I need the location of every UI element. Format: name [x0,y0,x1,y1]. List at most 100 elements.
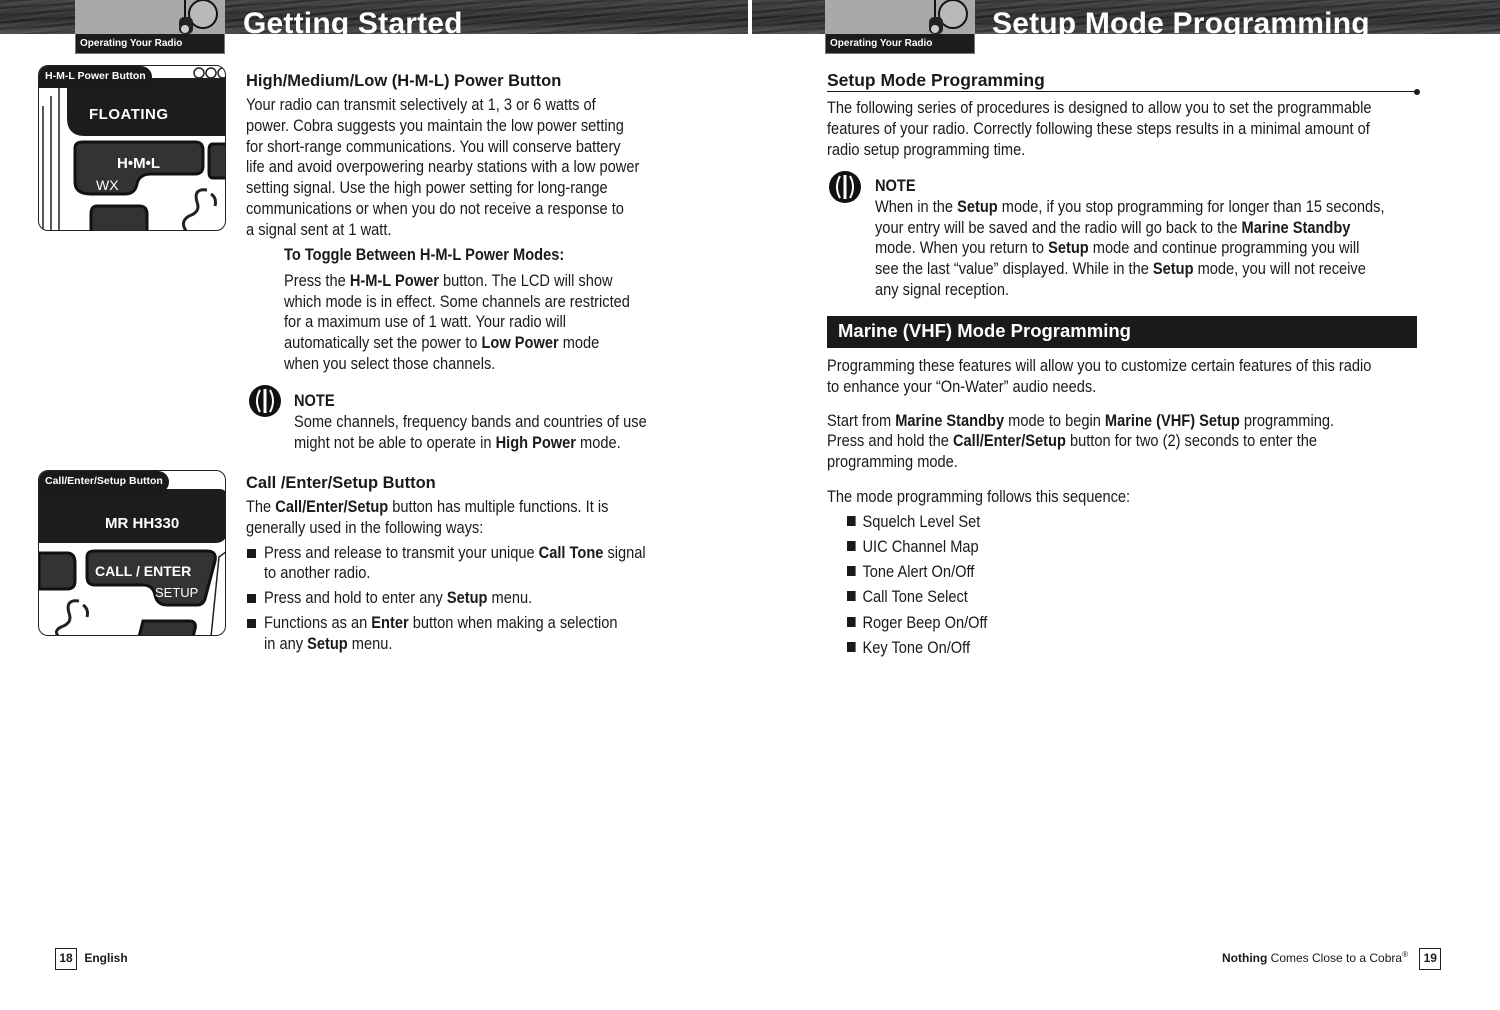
wx-button-text: WX [96,177,119,193]
footer-left: 18 English [55,948,128,970]
text-line: in any Setup menu. [264,633,393,653]
call-bullet-list: Press and release to transmit your uniqu… [246,543,686,655]
sequence-intro: The mode programming follows this sequen… [827,486,1131,506]
bold-term: High Power [495,432,576,452]
note-text: When in the Setup mode, if you stop prog… [875,197,1435,301]
note-title: NOTE [294,391,335,410]
image-callout-label: H-M-L Power Button [39,66,152,88]
section-heading: Setup Mode Programming [827,70,1045,90]
note-block-right: NOTE When in the Setup mode, if you stop… [875,176,1435,301]
registered-mark: ® [1402,950,1408,960]
text-line: any signal reception. [875,279,1010,299]
page-divider [748,0,752,34]
toggle-paragraph: Press the H-M-L Power button. The LCD wi… [284,271,704,375]
text-line: when you select those channels. [284,353,496,373]
hml-paragraph: Your radio can transmit selectively at 1… [246,95,686,241]
setup-button-text: SETUP [155,585,199,600]
section-tab-left: Operating Your Radio [75,0,225,54]
text-line: Functions as an Enter button when making… [264,612,618,632]
note-icon [249,385,281,417]
footer-right: Nothing Comes Close to a Cobra® 19 [1222,948,1442,970]
text-line: for short-range communications. You will… [246,136,621,156]
subheading: To Toggle Between H-M-L Power Modes: [284,245,565,264]
text-line: features of your radio. Correctly follow… [827,118,1370,138]
bold-term: Marine Standby [895,410,1005,430]
text-line: mode. When you return to Setup mode and … [875,238,1360,258]
bullet-icon [847,591,856,602]
bullet-icon [247,548,256,558]
section-tab-right: Operating Your Radio [825,0,975,54]
floating-label: FLOATING [89,106,169,123]
call-enter-button-text: CALL / ENTER [95,563,192,579]
bold-term: Setup [307,633,348,653]
bold-term: Setup [446,588,488,608]
text-line: for a maximum use of 1 watt. Your radio … [284,312,566,332]
text-line: power. Cobra suggests you maintain the l… [246,115,624,135]
note-block-left: NOTE Some channels, frequency bands and … [294,391,714,453]
section-tab-label: Operating Your Radio [75,34,225,54]
footer-tagline: Comes Close to a Cobra [1267,951,1403,966]
call-intro-paragraph: The Call/Enter/Setup button has multiple… [246,497,686,539]
marine-paragraph-1: Programming these features will allow yo… [827,356,1427,398]
bullet-icon [847,540,856,551]
bold-term: H-M-L Power [349,270,439,290]
sequence-item: Squelch Level Set [847,512,1346,533]
sequence-item-label: Tone Alert On/Off [862,562,975,582]
page-number: 19 [1419,948,1442,970]
sequence-item-label: Roger Beep On/Off [862,612,988,632]
note-text: Some channels, frequency bands and count… [294,412,714,454]
list-item: Press and release to transmit your uniqu… [246,543,686,585]
radio-icon [929,0,968,34]
bold-term: Setup [1152,259,1194,279]
section-tab-label: Operating Your Radio [825,34,975,54]
radio-illustration-call [39,489,225,635]
bullet-icon [847,616,856,627]
bullet-icon [847,566,856,577]
text-line: Start from Marine Standby mode to begin … [827,410,1335,430]
text-line: communications or when you do not receiv… [246,198,624,218]
sequence-item-label: UIC Channel Map [862,536,979,556]
hml-button-image: FLOATING H•M•L WX H-M-L Power Button [38,65,226,231]
sequence-item: Roger Beep On/Off [847,613,1346,634]
text-line: which mode is in effect. Some channels a… [284,291,630,311]
list-item: Functions as an Enter button when making… [246,613,686,655]
hml-button-text: H•M•L [117,155,160,172]
setup-paragraph: The following series of procedures is de… [827,98,1427,160]
text-line: might not be able to operate in High Pow… [294,432,621,452]
text-line: your entry will be saved and the radio w… [875,217,1351,237]
footer-language: English [84,951,128,966]
text-line: Your radio can transmit selectively at 1… [246,95,596,114]
footer-tagline-bold: Nothing [1222,951,1268,966]
rule-end-dot [1414,89,1420,95]
setup-heading-rule: Setup Mode Programming [827,70,1420,95]
list-item: Press and hold to enter any Setup menu. [246,588,686,609]
marine-paragraph-2: Start from Marine Standby mode to begin … [827,411,1427,473]
text-line: life and avoid overpowering nearby stati… [246,157,640,177]
model-label: MR HH330 [105,515,180,532]
sequence-item: Tone Alert On/Off [847,562,1346,583]
text-line: a signal sent at 1 watt. [246,219,392,239]
text-line: When in the Setup mode, if you stop prog… [875,196,1385,216]
bold-term: Marine (VHF) Setup [1104,410,1240,430]
text-line: Press and hold to enter any Setup menu. [264,588,533,608]
text-line: programming mode. [827,452,958,472]
call-section: Call /Enter/Setup Button The Call/Enter/… [246,472,686,655]
sequence-item: UIC Channel Map [847,537,1346,558]
page-title-left: Getting Started [243,7,463,34]
text-line: The Call/Enter/Setup button has multiple… [246,497,609,516]
bold-term: Low Power [481,333,559,353]
page-number: 18 [55,948,77,970]
marine-section-bar: Marine (VHF) Mode Programming [827,316,1417,348]
radio-icon [179,0,218,34]
text-line: Programming these features will allow yo… [827,356,1372,375]
toggle-subsection: To Toggle Between H-M-L Power Modes: Pre… [284,245,704,375]
radio-illustration-hml [42,67,225,230]
bullet-icon [847,515,856,526]
page-title-right: Setup Mode Programming [992,7,1370,34]
section-heading: High/Medium/Low (H-M-L) Power Button [246,72,562,90]
text-line: radio setup programming time. [827,139,1026,159]
text-line: to another radio. [264,563,371,583]
bold-term: Call/Enter/Setup [952,431,1066,451]
note-icon [829,171,861,203]
text-line: Press and hold the Call/Enter/Setup butt… [827,431,1318,451]
